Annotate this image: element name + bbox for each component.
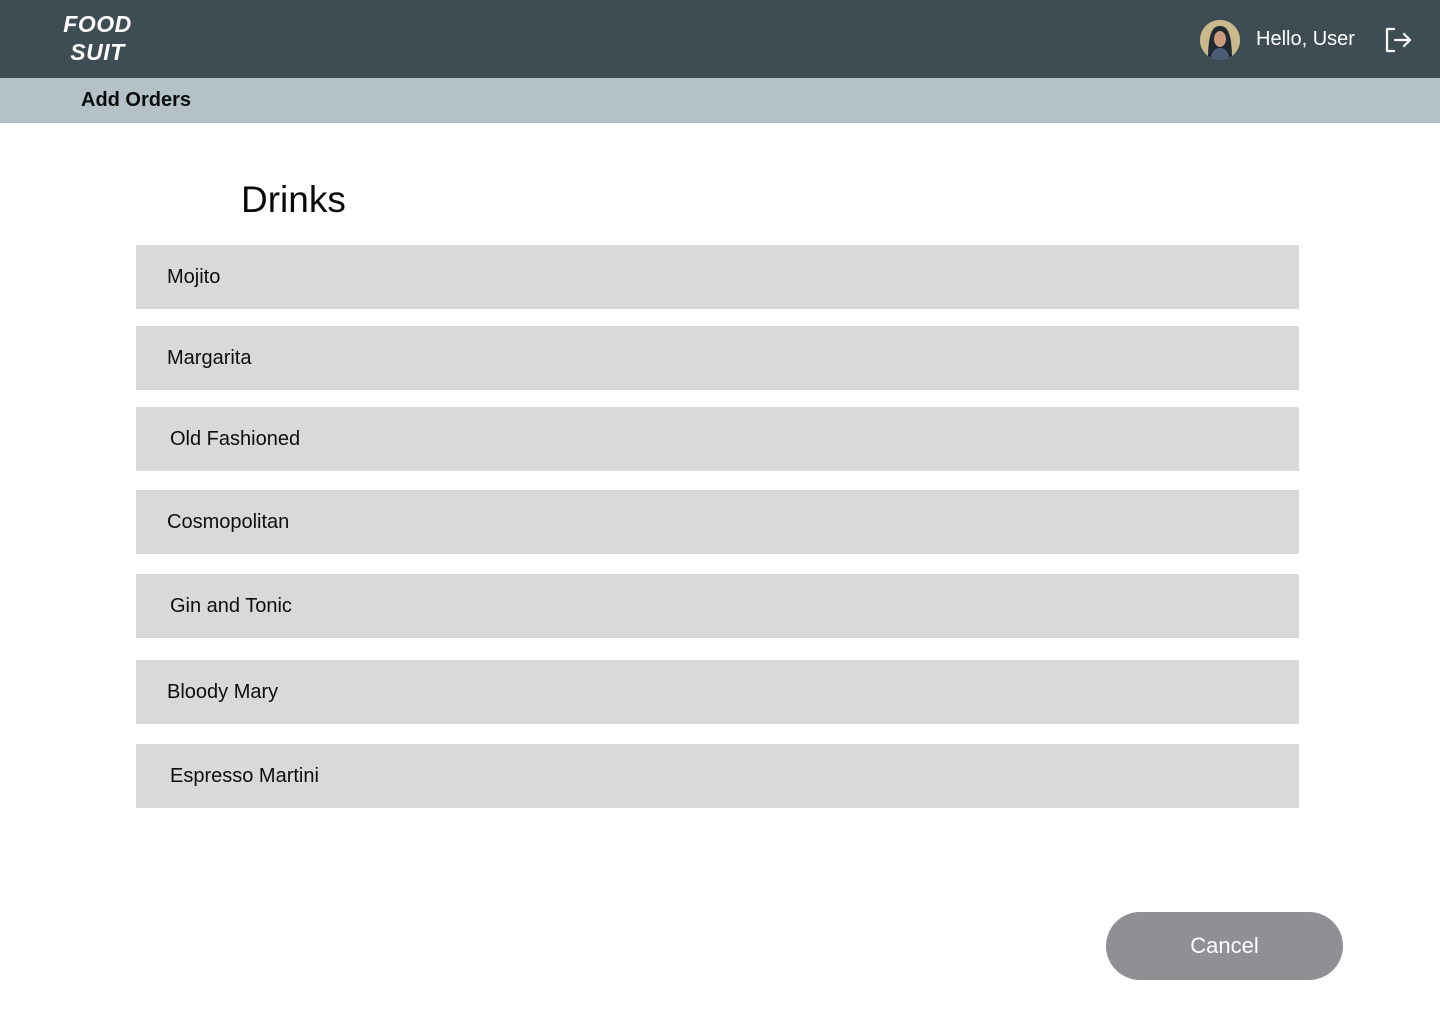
section-title: Drinks [241,179,346,220]
drink-item-espresso-martini[interactable]: Espresso Martini [136,744,1299,808]
logo-line-2: SUIT [70,39,125,65]
drink-label: Gin and Tonic [170,595,292,617]
avatar-icon [1200,20,1240,60]
drink-label: Margarita [167,347,252,369]
drink-label: Bloody Mary [167,681,279,703]
drink-label: Old Fashioned [170,428,301,450]
page-title: Add Orders [81,89,192,111]
user-avatar[interactable] [1200,20,1240,60]
drink-item-old-fashioned[interactable]: Old Fashioned [136,407,1299,471]
user-greeting: Hello, User [1256,28,1355,50]
sub-header-bar: Add Orders [0,78,1440,123]
drink-item-cosmopolitan[interactable]: Cosmopolitan [136,490,1299,554]
logout-icon[interactable] [1382,24,1414,56]
cancel-button[interactable]: Cancel [1106,912,1343,980]
app-logo[interactable]: FOOD SUIT [50,10,145,66]
drink-label: Espresso Martini [170,765,319,787]
drink-item-mojito[interactable]: Mojito [136,245,1299,309]
logo-line-1: FOOD [63,11,132,37]
top-navigation-bar: FOOD SUIT Hello, User [0,0,1440,78]
drink-item-margarita[interactable]: Margarita [136,326,1299,390]
drink-item-gin-and-tonic[interactable]: Gin and Tonic [136,574,1299,638]
drink-item-bloody-mary[interactable]: Bloody Mary [136,660,1299,724]
drink-label: Cosmopolitan [167,511,290,533]
drink-label: Mojito [167,266,221,288]
